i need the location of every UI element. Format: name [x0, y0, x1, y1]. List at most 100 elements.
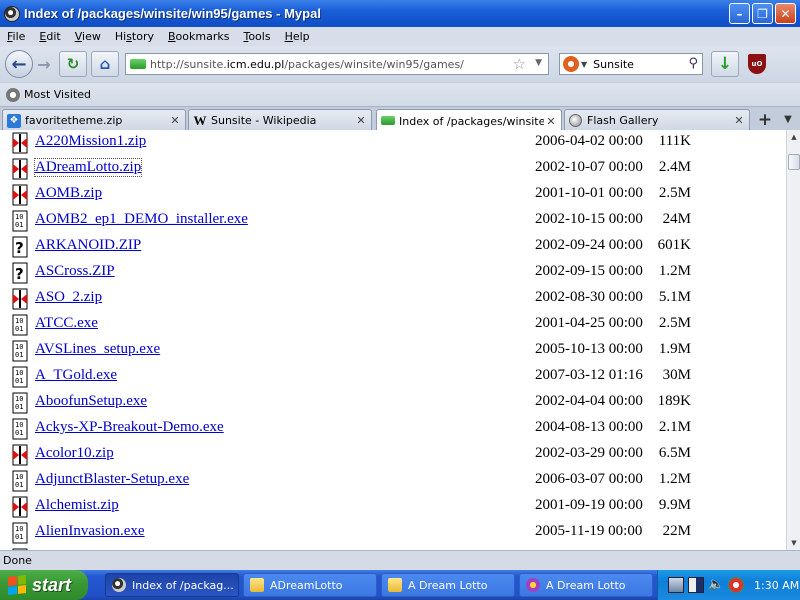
file-date: 2004-08-13 00:00: [535, 419, 643, 435]
folder-icon: [388, 578, 402, 592]
table-row: Alchemist.zip 2001-09-19 00:00 9.9M: [0, 494, 786, 520]
exe-file-icon: 1001: [10, 470, 30, 492]
taskbar-button-label: Index of /packag...: [132, 578, 234, 592]
url-history-dropdown-icon[interactable]: ▼: [535, 58, 542, 68]
menu-item-bookmarks[interactable]: Bookmarks: [161, 30, 236, 43]
menu-item-history[interactable]: History: [108, 30, 161, 43]
home-button[interactable]: ⌂: [91, 51, 119, 77]
svg-text:10: 10: [15, 369, 23, 377]
speaker-tray-icon[interactable]: 🔈: [708, 577, 724, 593]
file-date: 2002-08-30 00:00: [535, 289, 643, 305]
file-link[interactable]: Ackys-XP-Breakout-Demo.exe: [35, 419, 224, 436]
file-size: 601K: [657, 237, 691, 253]
file-date: 2001-10-01 00:00: [535, 185, 643, 201]
search-engine-dropdown-icon[interactable]: ▼: [581, 60, 587, 69]
file-link[interactable]: Alchemist.zip: [35, 497, 119, 514]
table-row: 10 01 AboofunSetup.exe 2002-04-04 00:00 189K: [0, 390, 786, 416]
file-size: 111K: [658, 133, 691, 149]
svg-text:10: 10: [15, 343, 23, 351]
tab-list-dropdown-icon[interactable]: ▼: [780, 110, 796, 130]
file-link[interactable]: AVSLines_setup.exe: [35, 341, 160, 358]
tab-close-icon[interactable]: ✕: [732, 114, 746, 127]
table-row: ? ARKANOID.ZIP 2002-09-24 00:00 601K: [0, 234, 786, 260]
most-visited-icon[interactable]: [6, 87, 20, 102]
menu-item-edit[interactable]: Edit: [32, 30, 67, 43]
exe-file-icon: 1001: [10, 314, 30, 336]
file-link[interactable]: AlienInvasion.exe: [35, 523, 145, 540]
bookmark-star-icon[interactable]: ☆: [513, 55, 526, 73]
downloads-button[interactable]: ↓: [711, 51, 739, 77]
most-visited-bookmark[interactable]: Most Visited: [24, 88, 91, 101]
file-link[interactable]: ADreamLotto.zip: [33, 158, 143, 177]
maximize-button[interactable]: ❐: [752, 3, 773, 24]
tab-label: Flash Gallery: [587, 114, 659, 127]
taskbar-button-2[interactable]: A Dream Lotto: [381, 573, 515, 597]
scroll-up-arrow-icon[interactable]: ▲: [787, 130, 800, 144]
file-link[interactable]: ASO_2.zip: [35, 289, 102, 306]
status-text: Done: [3, 554, 32, 567]
unknown-file-icon: ?: [10, 236, 30, 258]
menu-item-file[interactable]: File: [0, 30, 32, 43]
back-button[interactable]: ←: [5, 50, 33, 78]
file-date: 2006-03-07 00:00: [535, 471, 643, 487]
menu-item-help[interactable]: Help: [278, 30, 317, 43]
file-link[interactable]: AOMB2_ep1_DEMO_installer.exe: [35, 211, 248, 228]
start-label: start: [32, 574, 72, 595]
file-date: 2002-10-07 00:00: [535, 159, 643, 175]
tab-1[interactable]: W Sunsite - Wikipedia ✕: [188, 109, 372, 131]
tab-close-icon[interactable]: ✕: [544, 115, 558, 128]
file-size: 2.4M: [658, 159, 691, 175]
search-engine-icon[interactable]: [563, 56, 579, 72]
app-tray-icon[interactable]: [728, 577, 744, 593]
tab-close-icon[interactable]: ✕: [354, 114, 368, 127]
minimize-button[interactable]: –: [729, 3, 750, 24]
close-button[interactable]: ✕: [775, 3, 796, 24]
tab-label: Sunsite - Wikipedia: [211, 114, 317, 127]
file-size: 1.2M: [658, 471, 691, 487]
scroll-down-arrow-icon[interactable]: ▼: [787, 536, 800, 550]
url-text[interactable]: http://sunsite.icm.edu.pl/packages/winsi…: [150, 58, 464, 71]
site-identity-icon[interactable]: [130, 59, 146, 69]
file-link[interactable]: Acolor10.zip: [35, 445, 114, 462]
menu-item-tools[interactable]: Tools: [236, 30, 277, 43]
file-link[interactable]: ASCross.ZIP: [35, 263, 115, 280]
file-link[interactable]: A_TGold.exe: [35, 367, 117, 384]
tab-close-icon[interactable]: ✕: [168, 114, 182, 127]
display-tray-icon[interactable]: [688, 577, 704, 593]
reload-button[interactable]: ↻: [59, 51, 87, 77]
url-bar[interactable]: http://sunsite.icm.edu.pl/packages/winsi…: [125, 53, 549, 75]
start-button[interactable]: start: [0, 570, 88, 600]
taskbar-button-0[interactable]: Index of /packag...: [105, 573, 239, 597]
tab-label: favoritetheme.zip: [25, 114, 123, 127]
table-row: Acolor10.zip 2002-03-29 00:00 6.5M: [0, 442, 786, 468]
monitor-tray-icon[interactable]: [668, 577, 684, 593]
tab-2[interactable]: Index of /packages/winsite/... ✕: [376, 109, 562, 132]
file-link[interactable]: ARKANOID.ZIP: [35, 237, 141, 254]
new-tab-button[interactable]: +: [754, 110, 776, 130]
taskbar-button-label: A Dream Lotto: [408, 578, 488, 592]
window-titlebar[interactable]: Index of /packages/winsite/win95/games -…: [0, 0, 800, 27]
tab-3[interactable]: Flash Gallery ✕: [564, 109, 750, 131]
scroll-thumb[interactable]: [788, 154, 800, 170]
search-icon[interactable]: ⚲: [688, 56, 698, 71]
taskbar-button-1[interactable]: ADreamLotto: [243, 573, 377, 597]
menu-item-view[interactable]: View: [68, 30, 108, 43]
wikipedia-icon: W: [193, 112, 207, 128]
mypal-icon: [112, 578, 126, 592]
tab-0[interactable]: ❖ favoritetheme.zip ✕: [2, 109, 186, 131]
file-link[interactable]: AOMB.zip: [35, 185, 102, 202]
file-link[interactable]: A220Mission1.zip: [35, 133, 146, 150]
svg-text:?: ?: [15, 265, 24, 283]
svg-text:01: 01: [15, 351, 23, 359]
search-bar[interactable]: ▼ Sunsite ⚲: [559, 53, 703, 75]
forward-button[interactable]: →: [33, 51, 55, 77]
file-link[interactable]: AdjunctBlaster-Setup.exe: [35, 471, 189, 488]
file-size: 5.1M: [658, 289, 691, 305]
file-date: 2001-09-19 00:00: [535, 497, 643, 513]
taskbar-button-3[interactable]: A Dream Lotto: [519, 573, 653, 597]
file-link[interactable]: ATCC.exe: [35, 315, 98, 332]
vertical-scrollbar[interactable]: ▲ ▼: [786, 130, 800, 550]
ublock-button[interactable]: uO: [743, 51, 771, 77]
file-link[interactable]: AboofunSetup.exe: [35, 393, 147, 410]
status-bar: Done: [0, 550, 800, 570]
